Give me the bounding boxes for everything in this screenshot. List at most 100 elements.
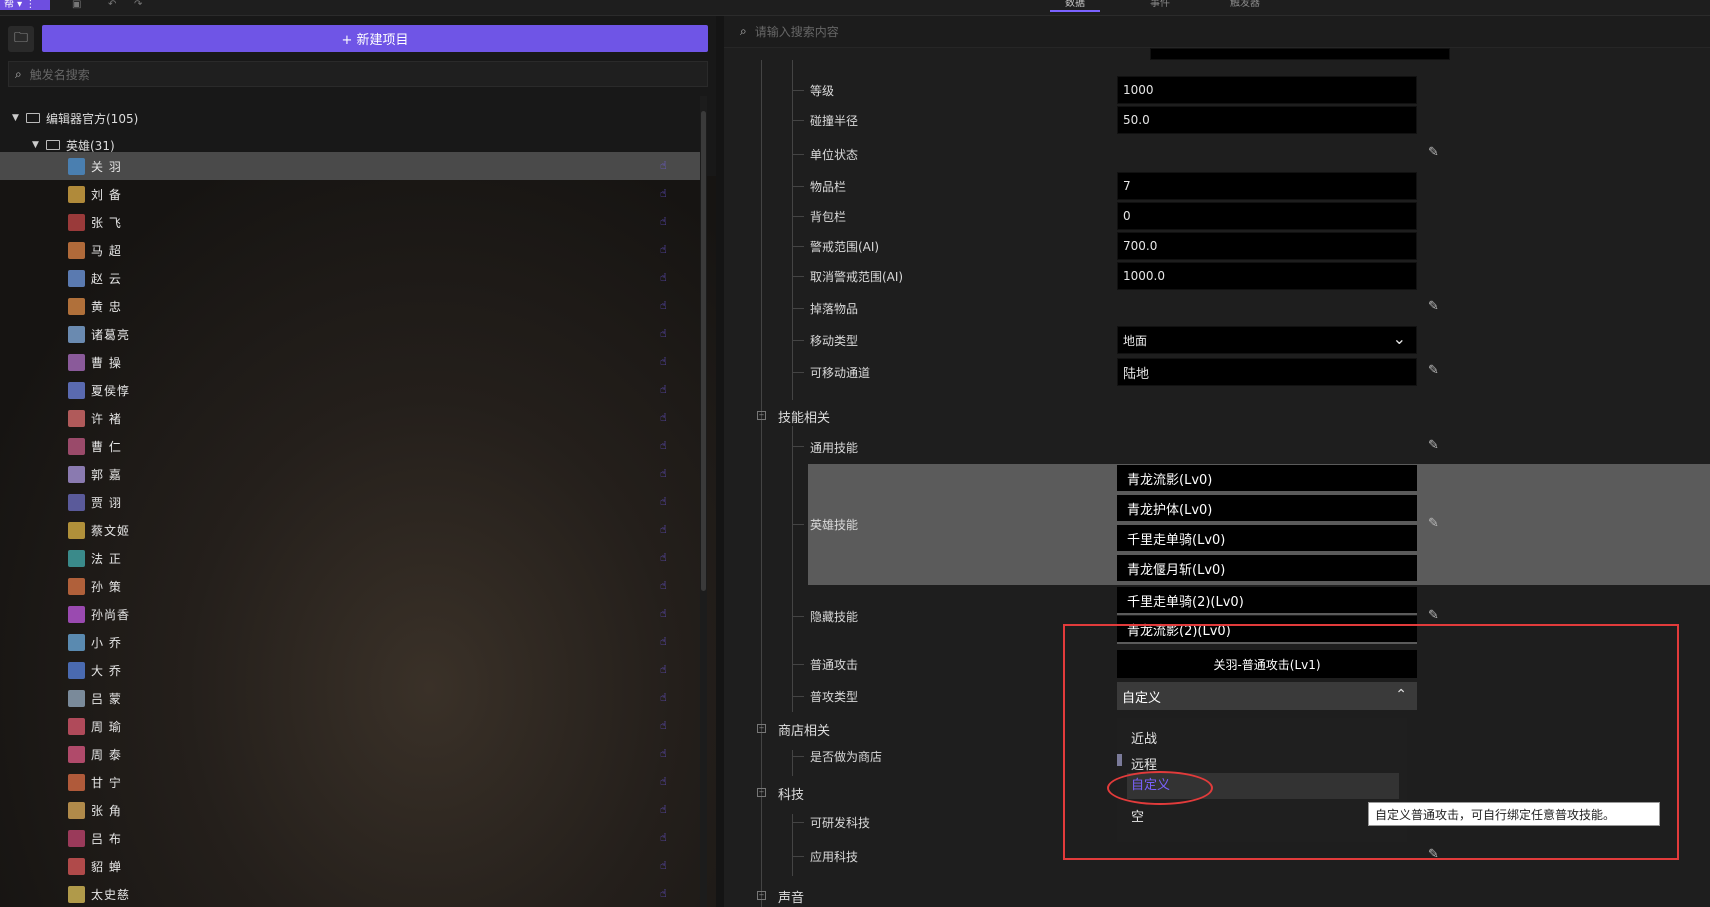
hero-list-item[interactable]: 吕 蒙 ☝ xyxy=(0,684,700,712)
hand-icon[interactable]: ☝ xyxy=(660,524,672,536)
scrollbar[interactable] xyxy=(700,96,707,907)
hand-icon[interactable]: ☝ xyxy=(660,888,672,900)
hand-icon[interactable]: ☝ xyxy=(660,804,672,816)
hero-list-item[interactable]: 夏侯惇 ☝ xyxy=(0,376,700,404)
hand-icon[interactable]: ☝ xyxy=(660,636,672,648)
hero-list-item[interactable]: 吕 布 ☝ xyxy=(0,824,700,852)
hero-list-item[interactable]: 黄 忠 ☝ xyxy=(0,292,700,320)
hero-list-item[interactable]: 许 褚 ☝ xyxy=(0,404,700,432)
property-field[interactable]: 地面 ⌄ xyxy=(1117,326,1417,354)
scrollbar-thumb[interactable] xyxy=(701,111,706,591)
edit-icon[interactable]: ✎ xyxy=(1428,608,1439,623)
attack-type-label: 普攻类型 xyxy=(810,690,859,704)
hero-list-item[interactable]: 周 瑜 ☝ xyxy=(0,712,700,740)
partial-field[interactable] xyxy=(1150,48,1450,60)
hero-list-item[interactable]: 赵 云 ☝ xyxy=(0,264,700,292)
hand-icon[interactable]: ☝ xyxy=(660,468,672,480)
hero-list-item[interactable]: 马 超 ☝ xyxy=(0,236,700,264)
collapse-icon[interactable]: − xyxy=(757,891,766,900)
hand-icon[interactable]: ☝ xyxy=(660,188,672,200)
property-field[interactable]: 0 xyxy=(1117,202,1417,230)
hand-icon[interactable]: ☝ xyxy=(660,832,672,844)
hero-list-item[interactable]: 蔡文姬 ☝ xyxy=(0,516,700,544)
property-field[interactable]: 陆地 xyxy=(1117,358,1417,386)
collapse-icon[interactable]: − xyxy=(757,411,766,420)
hand-icon[interactable]: ☝ xyxy=(660,244,672,256)
hand-icon[interactable]: ☝ xyxy=(660,608,672,620)
edit-icon[interactable]: ✎ xyxy=(1428,145,1439,160)
hand-icon[interactable]: ☝ xyxy=(660,692,672,704)
expand-icon[interactable]: ▼ xyxy=(32,140,42,150)
undo-icon[interactable]: ↶ xyxy=(108,0,122,10)
hidden-skill-item[interactable]: 千里走单骑(2)(Lv0) xyxy=(1117,587,1417,615)
new-project-button[interactable]: + 新建项目 xyxy=(42,25,708,52)
hand-icon[interactable]: ☝ xyxy=(660,160,672,172)
hero-list-item[interactable]: 诸葛亮 ☝ xyxy=(0,320,700,348)
hero-list-item[interactable]: 孙尚香 ☝ xyxy=(0,600,700,628)
menu-chip[interactable]: 帮 ▾ ⋮ xyxy=(0,0,50,10)
hand-icon[interactable]: ☝ xyxy=(660,440,672,452)
hand-icon[interactable]: ☝ xyxy=(660,496,672,508)
hero-list-item[interactable]: 郭 嘉 ☝ xyxy=(0,460,700,488)
collapse-icon[interactable]: − xyxy=(757,788,766,797)
hero-list-item[interactable]: 张 角 ☝ xyxy=(0,796,700,824)
hero-list-item[interactable]: 刘 备 ☝ xyxy=(0,180,700,208)
hero-avatar xyxy=(68,549,85,567)
hero-skill-item[interactable]: 青龙偃月斩(Lv0) xyxy=(1117,555,1417,583)
hand-icon[interactable]: ☝ xyxy=(660,552,672,564)
hand-icon[interactable]: ☝ xyxy=(660,328,672,340)
hero-list-item[interactable]: 张 飞 ☝ xyxy=(0,208,700,236)
property-field[interactable]: 1000 xyxy=(1117,76,1417,104)
hero-list-item[interactable]: 大 乔 ☝ xyxy=(0,656,700,684)
hero-skill-item[interactable]: 千里走单骑(Lv0) xyxy=(1117,525,1417,553)
property-field[interactable]: 700.0 xyxy=(1117,232,1417,260)
hero-skill-item[interactable]: 青龙流影(Lv0) xyxy=(1117,465,1417,493)
hero-skill-item[interactable]: 青龙护体(Lv0) xyxy=(1117,495,1417,523)
tab-events[interactable]: 事件 xyxy=(1140,0,1180,12)
chevron-down-icon: ⌄ xyxy=(1392,329,1406,348)
hand-icon[interactable]: ☝ xyxy=(660,860,672,872)
redo-icon[interactable]: ↷ xyxy=(134,0,148,10)
hero-list-item[interactable]: 甘 宁 ☝ xyxy=(0,768,700,796)
hero-list-item[interactable]: 曹 操 ☝ xyxy=(0,348,700,376)
hand-icon[interactable]: ☝ xyxy=(660,580,672,592)
hand-icon[interactable]: ☝ xyxy=(660,720,672,732)
property-field[interactable]: 1000.0 xyxy=(1117,262,1417,290)
hero-name: 张 飞 xyxy=(91,215,122,230)
save-icon[interactable]: ▣ xyxy=(72,0,86,10)
property-search-input[interactable]: ⌕ 请输入搜索内容 xyxy=(724,16,1710,48)
hand-icon[interactable]: ☝ xyxy=(660,216,672,228)
hero-list-item[interactable]: 孙 策 ☝ xyxy=(0,572,700,600)
hero-list-item[interactable]: 法 正 ☝ xyxy=(0,544,700,572)
hero-list-item[interactable]: 曹 仁 ☝ xyxy=(0,432,700,460)
hand-icon[interactable]: ☝ xyxy=(660,664,672,676)
hand-icon[interactable]: ☝ xyxy=(660,412,672,424)
expand-icon[interactable]: ▼ xyxy=(12,113,22,123)
edit-icon[interactable]: ✎ xyxy=(1428,299,1439,314)
hero-list-item[interactable]: 贾 诩 ☝ xyxy=(0,488,700,516)
collapse-icon[interactable]: − xyxy=(757,724,766,733)
property-field[interactable]: 50.0 xyxy=(1117,106,1417,134)
tree-branch xyxy=(792,372,804,373)
panel-divider[interactable] xyxy=(716,16,724,907)
hero-list-item[interactable]: 貂 蝉 ☝ xyxy=(0,852,700,880)
hand-icon[interactable]: ☝ xyxy=(660,356,672,368)
tab-triggers[interactable]: 触发器 xyxy=(1220,0,1270,12)
property-field[interactable]: 7 xyxy=(1117,172,1417,200)
hand-icon[interactable]: ☝ xyxy=(660,272,672,284)
edit-icon[interactable]: ✎ xyxy=(1428,516,1439,531)
hand-icon[interactable]: ☝ xyxy=(660,776,672,788)
edit-icon[interactable]: ✎ xyxy=(1428,438,1439,453)
hero-list-item[interactable]: 关 羽 ☝ xyxy=(0,152,700,180)
hero-list-item[interactable]: 小 乔 ☝ xyxy=(0,628,700,656)
edit-icon[interactable]: ✎ xyxy=(1428,363,1439,378)
hand-icon[interactable]: ☝ xyxy=(660,300,672,312)
folder-icon[interactable]: 🗀 xyxy=(8,26,34,52)
hero-list-item[interactable]: 周 泰 ☝ xyxy=(0,740,700,768)
hand-icon[interactable]: ☝ xyxy=(660,384,672,396)
tree-folder-root[interactable]: ▼ 编辑器官方(105) xyxy=(12,108,138,128)
tab-data[interactable]: 数据 xyxy=(1050,0,1100,12)
hero-list-item[interactable]: 太史慈 ☝ xyxy=(0,880,700,907)
trigger-search-input[interactable]: ⌕ 触发名搜索 xyxy=(8,61,708,87)
hand-icon[interactable]: ☝ xyxy=(660,748,672,760)
